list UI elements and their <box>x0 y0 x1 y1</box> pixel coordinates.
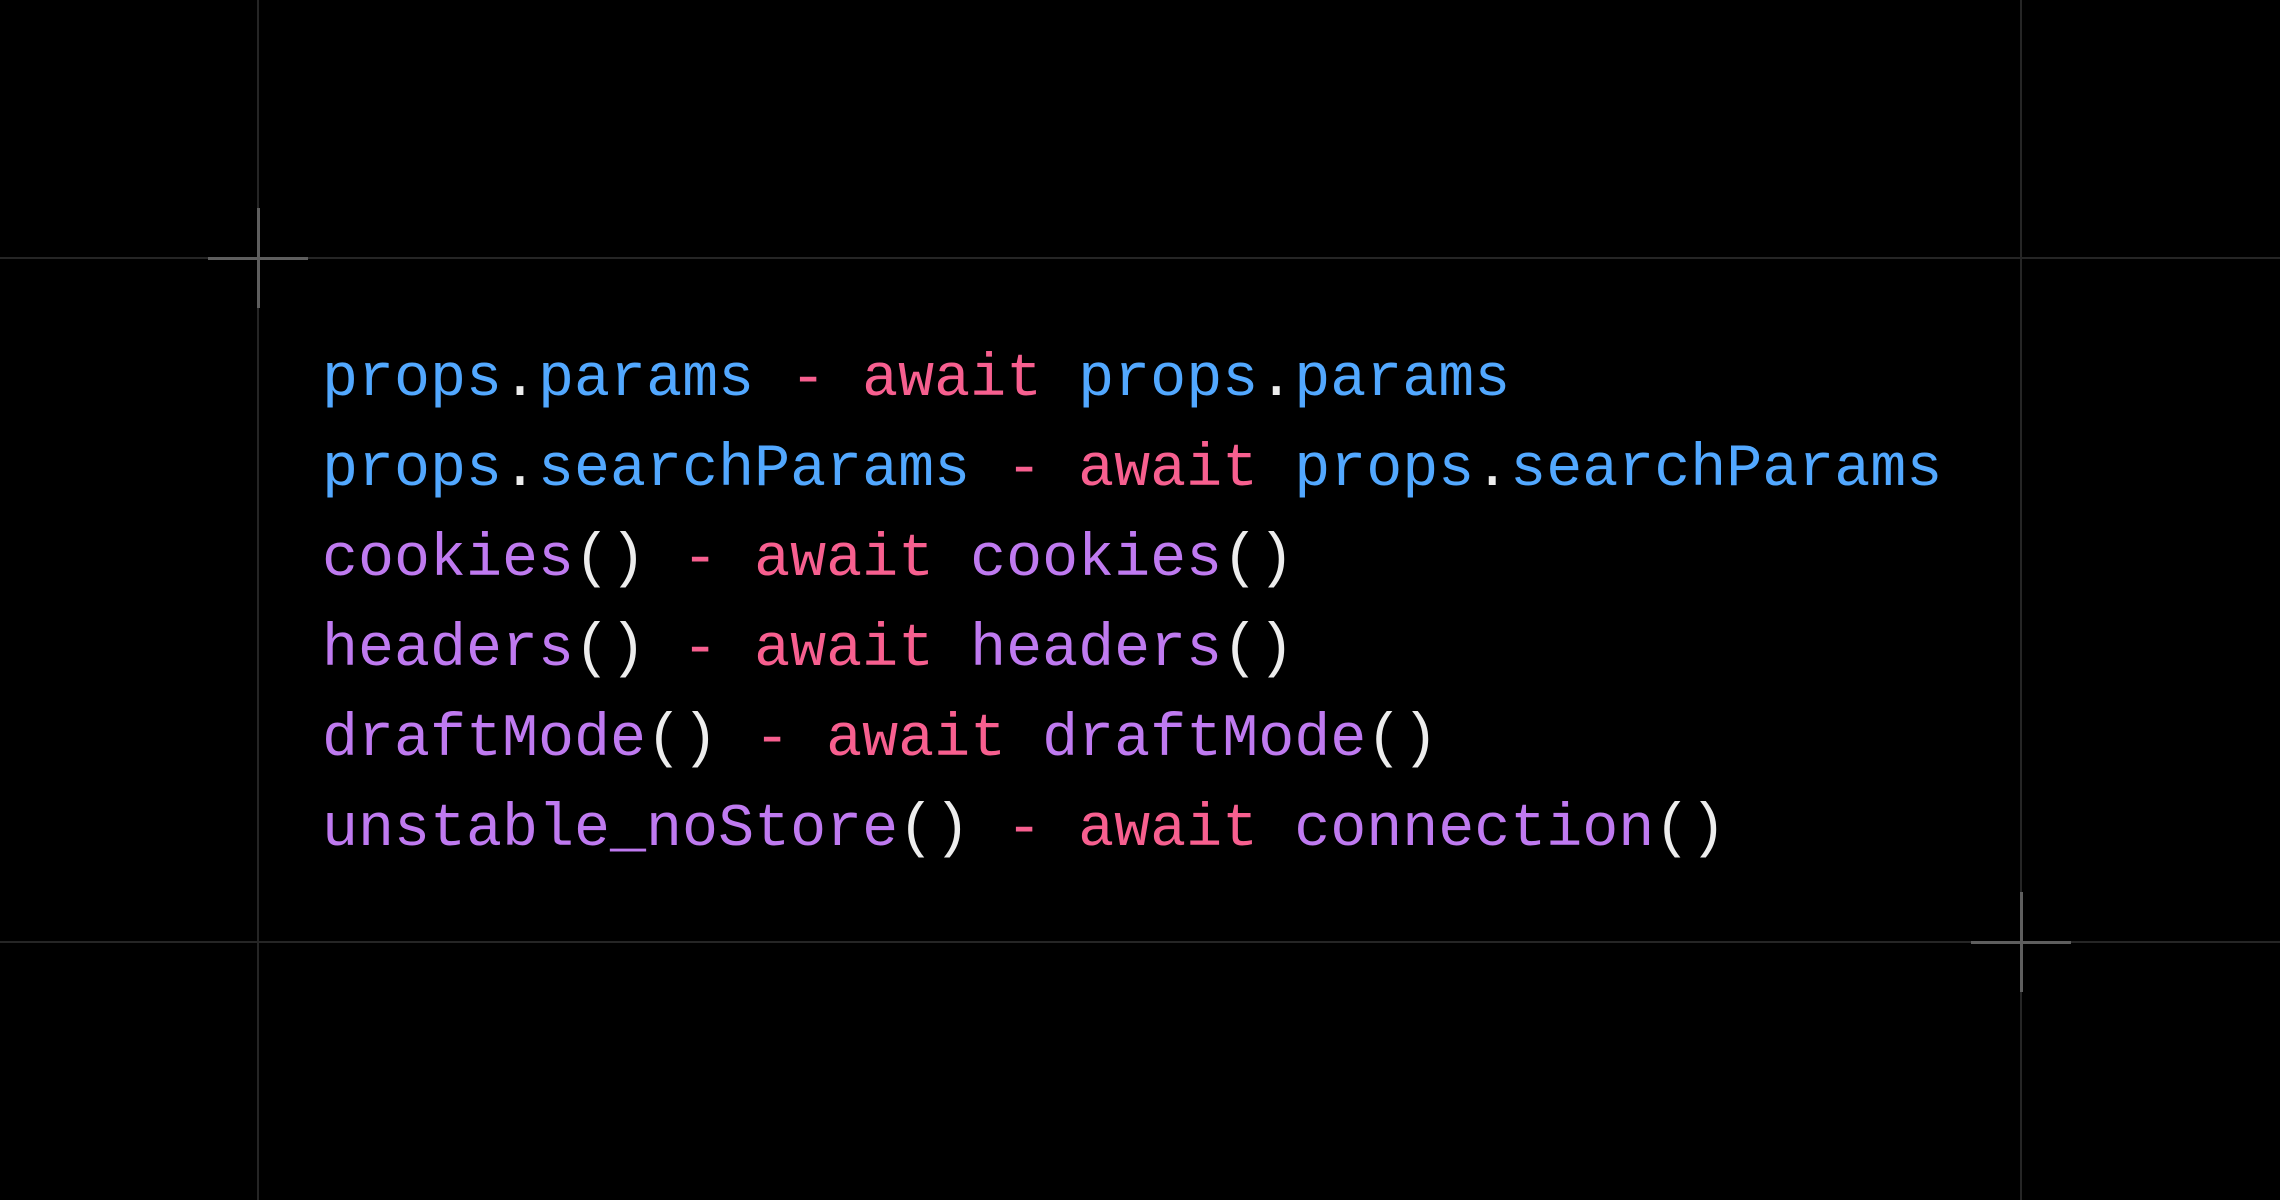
code-token-fn: headers <box>322 616 575 684</box>
code-token-fn: connection <box>1294 796 1655 864</box>
grid-line-horizontal-top <box>0 257 2280 259</box>
code-line: cookies() - await cookies() <box>322 515 1942 605</box>
code-token-punc <box>934 526 970 594</box>
code-token-op: - <box>646 526 755 594</box>
crosshair-bottom-right-icon <box>1971 892 2071 992</box>
code-token-op: - <box>646 616 755 684</box>
code-token-prop: searchParams <box>538 436 971 504</box>
code-token-kw: await <box>1078 796 1259 864</box>
code-token-kw: await <box>754 526 935 594</box>
crosshair-top-left-icon <box>208 208 308 308</box>
code-token-punc: () <box>898 796 971 864</box>
code-token-prop: props <box>1078 346 1259 414</box>
code-token-prop: params <box>538 346 755 414</box>
code-token-kw: await <box>1078 436 1259 504</box>
code-token-prop: params <box>1294 346 1511 414</box>
code-token-punc <box>1042 346 1078 414</box>
code-token-punc: . <box>1258 346 1295 414</box>
code-token-punc: () <box>1654 796 1727 864</box>
code-token-punc: . <box>502 436 539 504</box>
crosshair-vertical-arm <box>257 208 260 308</box>
code-token-prop: searchParams <box>1510 436 1943 504</box>
code-token-punc: () <box>646 706 719 774</box>
code-line: headers() - await headers() <box>322 605 1942 695</box>
code-line: props.searchParams - await props.searchP… <box>322 425 1942 515</box>
grid-line-vertical-right <box>2020 0 2022 1200</box>
code-token-punc: () <box>574 616 647 684</box>
code-token-kw: await <box>826 706 1007 774</box>
code-token-punc <box>1258 796 1294 864</box>
code-token-op: - <box>970 796 1079 864</box>
code-token-op: - <box>754 346 863 414</box>
code-token-punc: () <box>1366 706 1439 774</box>
code-token-punc <box>934 616 970 684</box>
code-token-prop: props <box>322 436 503 504</box>
code-token-punc: . <box>1474 436 1511 504</box>
grid-line-horizontal-bottom <box>0 941 2280 943</box>
code-token-punc: () <box>1222 526 1295 594</box>
code-token-op: - <box>970 436 1079 504</box>
code-token-fn: draftMode <box>1042 706 1367 774</box>
code-token-kw: await <box>862 346 1043 414</box>
code-token-fn: cookies <box>322 526 575 594</box>
code-token-prop: props <box>1294 436 1475 504</box>
code-token-op: - <box>718 706 827 774</box>
code-token-punc: . <box>502 346 539 414</box>
code-line: draftMode() - await draftMode() <box>322 695 1942 785</box>
code-line: props.params - await props.params <box>322 335 1942 425</box>
code-token-prop: props <box>322 346 503 414</box>
code-block: props.params - await props.params props.s… <box>322 335 1942 875</box>
code-token-punc <box>1006 706 1042 774</box>
code-token-fn: unstable_noStore <box>322 796 899 864</box>
code-token-fn: draftMode <box>322 706 647 774</box>
code-token-punc <box>1258 436 1294 504</box>
code-token-punc: () <box>1222 616 1295 684</box>
grid-line-vertical-left <box>257 0 259 1200</box>
crosshair-vertical-arm <box>2020 892 2023 992</box>
code-line: unstable_noStore() - await connection() <box>322 785 1942 875</box>
code-token-fn: cookies <box>970 526 1223 594</box>
code-token-punc: () <box>574 526 647 594</box>
code-token-kw: await <box>754 616 935 684</box>
code-token-fn: headers <box>970 616 1223 684</box>
